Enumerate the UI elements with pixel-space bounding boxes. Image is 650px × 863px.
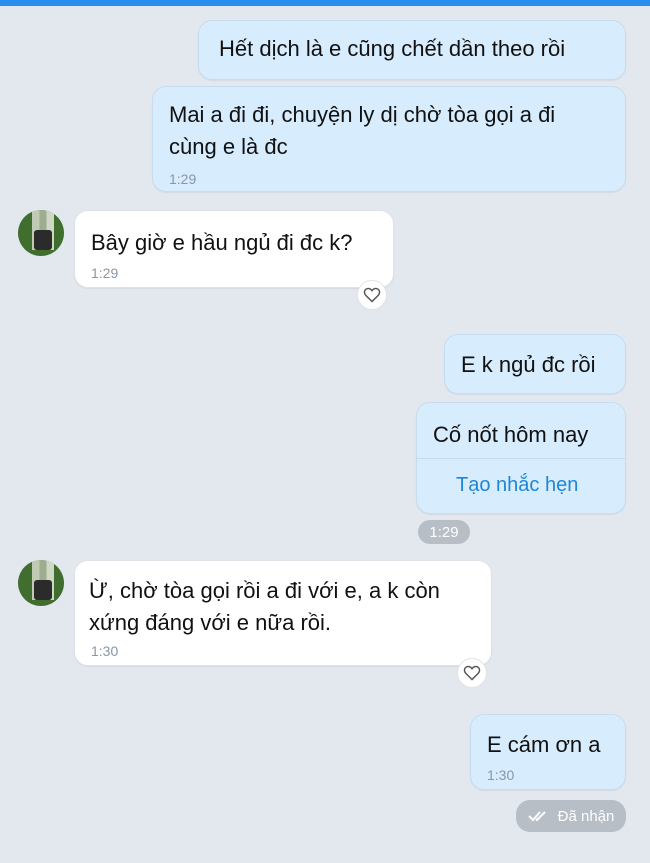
react-heart-button[interactable] <box>457 658 487 688</box>
message-text: E k ngủ đc rồi <box>461 352 596 377</box>
create-reminder-button[interactable]: Tạo nhắc hẹn <box>456 474 578 497</box>
message-text: Bây giờ e hầu ngủ đi đc k? <box>91 230 353 255</box>
message-time: 1:29 <box>91 265 119 281</box>
message-text: Hết dịch là e cũng chết dần theo rồi <box>219 36 566 61</box>
heart-icon <box>363 287 381 303</box>
message-bubble-outgoing[interactable]: E k ngủ đc rồi <box>444 334 626 394</box>
message-bubble-incoming[interactable]: Ừ, chờ tòa gọi rồi a đi với e, a k còn x… <box>74 560 492 666</box>
contact-avatar[interactable] <box>18 210 64 256</box>
contact-avatar[interactable] <box>18 560 64 606</box>
message-bubble-incoming[interactable]: Bây giờ e hầu ngủ đi đc k? 1:29 <box>74 210 394 288</box>
message-time: 1:30 <box>91 643 119 659</box>
message-text: Mai a đi đi, chuyện ly dị chờ tòa gọi a … <box>169 102 556 159</box>
time-pill: 1:29 <box>418 520 470 544</box>
message-text: Ừ, chờ tòa gọi rồi a đi với e, a k còn x… <box>89 578 440 635</box>
message-bubble-outgoing[interactable]: Hết dịch là e cũng chết dần theo rồi <box>198 20 626 80</box>
top-accent-bar <box>0 0 650 6</box>
react-heart-button[interactable] <box>357 280 387 310</box>
delivery-status: Đã nhận <box>516 800 626 832</box>
delivery-status-label: Đã nhận <box>557 807 615 825</box>
message-text: Cố nốt hôm nay <box>433 422 589 447</box>
message-bubble-outgoing[interactable]: E cám ơn a 1:30 <box>470 714 626 790</box>
bubble-divider <box>417 458 625 459</box>
heart-icon <box>463 665 481 681</box>
message-bubble-outgoing[interactable]: Mai a đi đi, chuyện ly dị chờ tòa gọi a … <box>152 86 626 192</box>
message-time: 1:30 <box>487 767 515 783</box>
double-check-icon <box>527 811 546 822</box>
message-time: 1:29 <box>169 171 197 187</box>
message-text: E cám ơn a <box>487 732 601 757</box>
